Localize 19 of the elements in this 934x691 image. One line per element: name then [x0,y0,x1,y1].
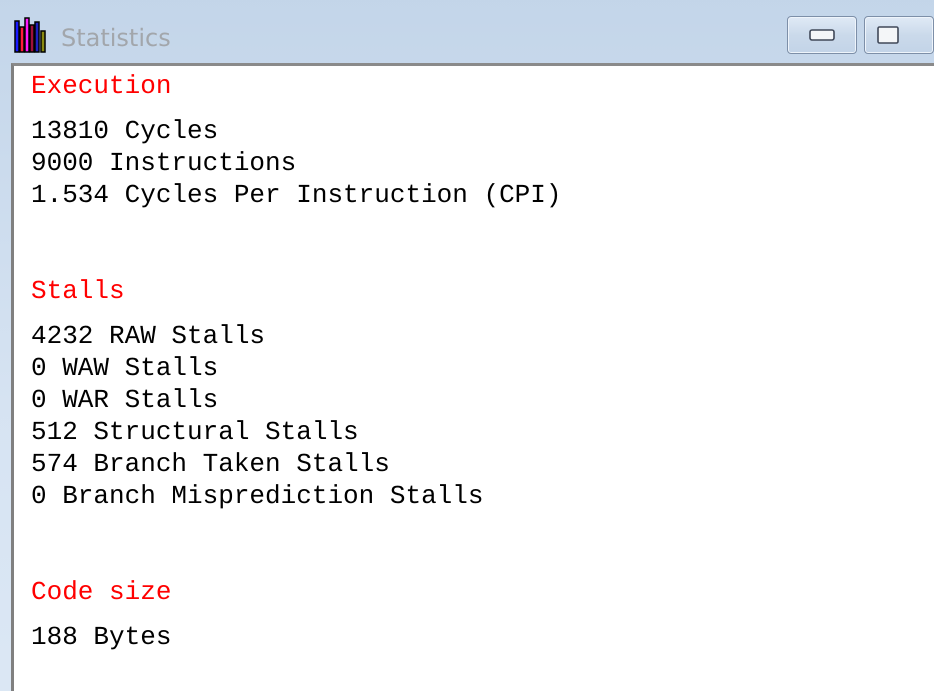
statistic-line: 13810 Cycles [31,115,218,147]
statistic-line: 512 Structural Stalls [31,416,359,448]
statistic-line: 574 Branch Taken Stalls [31,448,390,480]
bar-chart-icon [14,17,47,53]
statistic-line: 188 Bytes [31,621,172,653]
statistic-line: 0 WAW Stalls [31,352,218,384]
window-button[interactable] [864,16,934,54]
statistic-line: 0 Branch Misprediction Stalls [31,480,484,512]
section-heading: Stalls [31,275,125,307]
minimize-button[interactable] [787,16,857,54]
statistic-line: 0 WAR Stalls [31,384,218,416]
section-heading: Code size [31,576,172,608]
statistic-line: 4232 RAW Stalls [31,320,266,352]
maximize-icon [877,26,899,44]
window-title: Statistics [61,23,171,54]
section-heading: Execution [31,70,172,102]
statistic-line: 1.534 Cycles Per Instruction (CPI) [31,179,562,211]
statistic-line: 9000 Instructions [31,147,296,179]
minimize-icon [809,29,835,41]
